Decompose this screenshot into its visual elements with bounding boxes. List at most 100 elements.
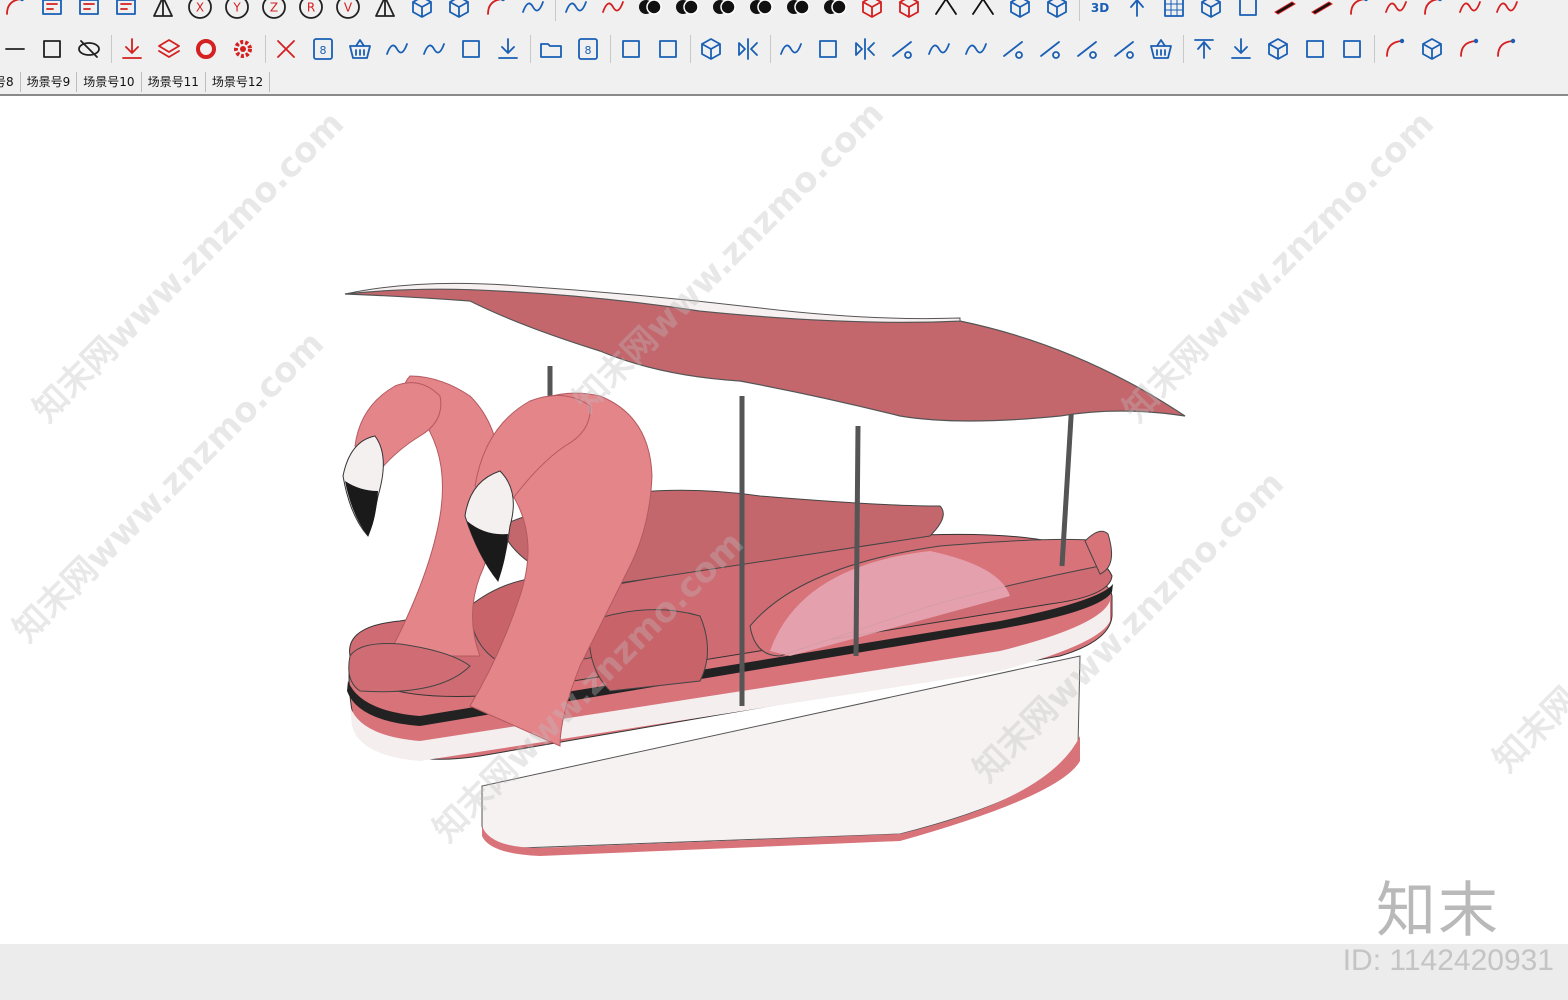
toolbar-separator xyxy=(555,0,556,21)
move-up-icon[interactable] xyxy=(1189,34,1219,64)
curve-icon[interactable] xyxy=(419,34,449,64)
spline-edit-icon[interactable] xyxy=(1492,0,1522,22)
leaf-curve-icon[interactable] xyxy=(518,0,548,22)
plane-icon[interactable] xyxy=(1337,34,1367,64)
extrude-icon[interactable] xyxy=(1005,0,1035,22)
save-disk-icon[interactable]: 8 xyxy=(573,34,603,64)
component-icon[interactable] xyxy=(696,34,726,64)
basket-alt-icon[interactable] xyxy=(1146,34,1176,64)
solid-split-icon[interactable] xyxy=(820,0,850,22)
arc-plus-icon[interactable] xyxy=(1380,34,1410,64)
settings-gear-icon[interactable] xyxy=(228,34,258,64)
solid-trim-icon[interactable] xyxy=(783,0,813,22)
rescue-ring-icon[interactable] xyxy=(191,34,221,64)
solid-union-icon[interactable] xyxy=(635,0,665,22)
dotted-box-icon[interactable] xyxy=(1300,34,1330,64)
grid-icon[interactable] xyxy=(1159,0,1189,22)
cross-cut-icon[interactable] xyxy=(1072,34,1102,64)
line-erase-icon[interactable] xyxy=(998,34,1028,64)
svg-text:Y: Y xyxy=(232,1,241,15)
paint-bucket-icon[interactable] xyxy=(1454,34,1484,64)
beam-icon[interactable] xyxy=(1270,0,1300,22)
import-down-icon[interactable] xyxy=(117,34,147,64)
paint-icon[interactable] xyxy=(1418,0,1448,22)
cube-wire-icon[interactable] xyxy=(1263,34,1293,64)
box-outline-icon[interactable] xyxy=(444,0,474,22)
toolbar-separator xyxy=(530,35,531,63)
scene-tab[interactable]: 场景号10 xyxy=(77,72,142,92)
model-viewport[interactable]: 知末网www.znzmo.com 知末网www.znzmo.com 知末网www.z… xyxy=(0,96,1568,944)
beam-dark-icon[interactable] xyxy=(1307,0,1337,22)
svg-text:V: V xyxy=(344,1,353,15)
axis-z-icon[interactable]: Z xyxy=(259,0,289,22)
layers-icon[interactable] xyxy=(154,34,184,64)
delete-x-icon[interactable] xyxy=(271,34,301,64)
diagonal-line-icon[interactable] xyxy=(370,0,400,22)
toolbar-separator xyxy=(111,35,112,63)
s-curve-icon[interactable] xyxy=(561,0,591,22)
toolbar-row-main: 88 xyxy=(0,32,1568,66)
frame-export-icon[interactable] xyxy=(653,34,683,64)
hide-toggle-icon[interactable] xyxy=(74,34,104,64)
hatch-box-icon[interactable] xyxy=(1417,34,1447,64)
box-icon[interactable] xyxy=(407,0,437,22)
flip-icon[interactable] xyxy=(850,34,880,64)
open-folder-icon[interactable] xyxy=(536,34,566,64)
3d-text-icon[interactable]: 3D xyxy=(1085,0,1115,22)
arc-tool-icon[interactable] xyxy=(0,0,30,22)
pencil-measure-icon[interactable] xyxy=(74,0,104,22)
svg-text:8: 8 xyxy=(585,44,592,57)
spline-icon[interactable] xyxy=(1455,0,1485,22)
move-down-icon[interactable] xyxy=(1226,34,1256,64)
toolbar-separator xyxy=(610,35,611,63)
toolbar-separator xyxy=(1079,0,1080,21)
cylinder-icon[interactable] xyxy=(1042,0,1072,22)
axis-y-icon[interactable]: Y xyxy=(222,0,252,22)
axis-x-icon[interactable]: X xyxy=(185,0,215,22)
cube-color-icon[interactable] xyxy=(894,0,924,22)
array-nxn-icon[interactable] xyxy=(111,0,141,22)
svg-text:R: R xyxy=(307,1,315,15)
basket-icon[interactable] xyxy=(345,34,375,64)
middle-seat xyxy=(588,609,708,692)
flower-icon[interactable] xyxy=(887,34,917,64)
scene-tab[interactable]: 场景号9 xyxy=(20,72,78,92)
s-curve-red-icon[interactable] xyxy=(598,0,628,22)
square-select-icon[interactable] xyxy=(813,34,843,64)
dome-icon[interactable] xyxy=(481,0,511,22)
scene-tab[interactable]: 场景号12 xyxy=(205,72,271,92)
dots-erase-icon[interactable] xyxy=(1035,34,1065,64)
svg-text:X: X xyxy=(196,1,204,15)
square-icon[interactable] xyxy=(456,34,486,64)
building-icon[interactable] xyxy=(857,0,887,22)
path-icon[interactable] xyxy=(1381,0,1411,22)
eyedropper-icon[interactable] xyxy=(1491,34,1521,64)
wave-circle-icon[interactable] xyxy=(924,34,954,64)
zigzag-icon[interactable] xyxy=(961,34,991,64)
panel-icon[interactable] xyxy=(1233,0,1263,22)
map-icon[interactable] xyxy=(37,0,67,22)
solid-outline-icon[interactable] xyxy=(746,0,776,22)
scene-tab[interactable]: 号8 xyxy=(0,72,21,92)
scene-tab[interactable]: 场景号11 xyxy=(141,72,206,92)
wave-icon[interactable] xyxy=(382,34,412,64)
rotate-r-icon[interactable]: R xyxy=(296,0,326,22)
lamp-icon[interactable] xyxy=(1344,0,1374,22)
roof-peak-icon[interactable] xyxy=(968,0,998,22)
toolbar-separator xyxy=(770,35,771,63)
line-tool-icon[interactable] xyxy=(0,34,30,64)
push-up-icon[interactable] xyxy=(1122,0,1152,22)
save-8-icon[interactable]: 8 xyxy=(308,34,338,64)
mirror-icon[interactable] xyxy=(733,34,763,64)
pyramid-icon[interactable] xyxy=(148,0,178,22)
view-v-icon[interactable]: V xyxy=(333,0,363,22)
solid-intersect-icon[interactable] xyxy=(709,0,739,22)
column-icon[interactable] xyxy=(1196,0,1226,22)
download-icon[interactable] xyxy=(493,34,523,64)
rectangle-tool-icon[interactable] xyxy=(37,34,67,64)
line-segment-icon[interactable] xyxy=(776,34,806,64)
solid-subtract-icon[interactable] xyxy=(672,0,702,22)
rhombus-icon[interactable] xyxy=(1109,34,1139,64)
frame-import-icon[interactable] xyxy=(616,34,646,64)
roof-icon[interactable] xyxy=(931,0,961,22)
